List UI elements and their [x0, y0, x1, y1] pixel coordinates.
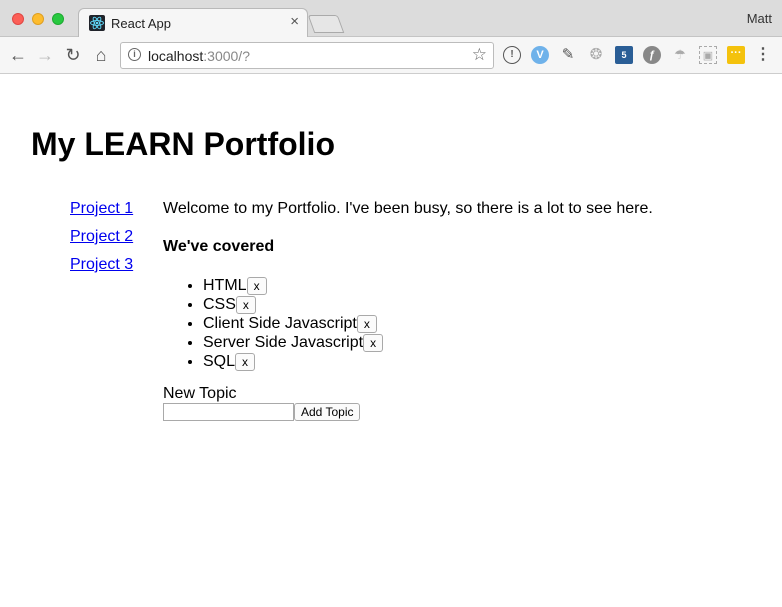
- topic-label: HTML: [203, 277, 247, 294]
- close-window-button[interactable]: [12, 13, 24, 25]
- browser-titlebar: React App × Matt: [0, 0, 782, 38]
- back-arrow-icon[interactable]: ←: [8, 45, 28, 65]
- sidebar-link-project-2[interactable]: Project 2: [70, 228, 160, 256]
- topic-list: HTMLx CSSx Client Side Javascriptx Serve…: [163, 276, 763, 371]
- sidebar-link-project-3[interactable]: Project 3: [70, 256, 160, 284]
- new-topic-label: New Topic: [163, 385, 237, 402]
- site-info-icon[interactable]: i: [128, 48, 141, 61]
- new-topic-row: Add Topic: [163, 403, 763, 423]
- page-content: My LEARN Portfolio Project 1 Project 2 P…: [0, 74, 782, 607]
- topic-label: CSS: [203, 296, 236, 313]
- list-item: Server Side Javascriptx: [203, 333, 763, 352]
- remove-topic-button[interactable]: x: [356, 314, 377, 333]
- extension-vimeo-icon[interactable]: V: [531, 46, 549, 64]
- topic-label: Server Side Javascript: [203, 334, 364, 351]
- topic-label: Client Side Javascript: [203, 315, 357, 332]
- browser-toolbar: ← → ↻ ⌂ i localhost:3000/? ☆ ! V ✎ ❂ 5 ƒ…: [0, 37, 782, 74]
- remove-topic-button[interactable]: x: [363, 333, 384, 352]
- url-text[interactable]: localhost:3000/?: [148, 48, 250, 64]
- extension-umbrella-icon[interactable]: ☂: [671, 46, 689, 64]
- extension-1password-icon[interactable]: !: [503, 46, 521, 64]
- forward-arrow-icon[interactable]: →: [35, 45, 55, 65]
- tab-title: React App: [111, 16, 171, 31]
- add-topic-button[interactable]: Add Topic: [294, 403, 361, 421]
- extension-eyedropper-icon[interactable]: ✎: [559, 46, 577, 64]
- bookmark-star-icon[interactable]: ☆: [472, 46, 487, 64]
- list-item: SQLx: [203, 352, 763, 371]
- new-topic-input[interactable]: [163, 403, 294, 421]
- tab-close-icon[interactable]: ×: [290, 14, 299, 30]
- remove-topic-button[interactable]: x: [235, 352, 256, 371]
- zoom-window-button[interactable]: [52, 13, 64, 25]
- extension-notes-icon[interactable]: ···: [727, 46, 745, 64]
- new-tab-button[interactable]: [307, 15, 345, 33]
- extension-f-icon[interactable]: ƒ: [643, 46, 661, 64]
- list-item: CSSx: [203, 295, 763, 314]
- welcome-text: Welcome to my Portfolio. I've been busy,…: [163, 200, 653, 217]
- covered-heading: We've covered: [163, 238, 275, 255]
- page-title: My LEARN Portfolio: [31, 126, 335, 162]
- list-item: HTMLx: [203, 276, 763, 295]
- extension-screenshot-icon[interactable]: ▣: [699, 46, 717, 64]
- minimize-window-button[interactable]: [32, 13, 44, 25]
- profile-name[interactable]: Matt: [747, 11, 772, 26]
- reload-icon[interactable]: ↻: [63, 45, 83, 65]
- remove-topic-button[interactable]: x: [235, 295, 256, 314]
- project-sidebar: Project 1 Project 2 Project 3: [70, 200, 160, 284]
- url-host: localhost: [148, 48, 204, 64]
- address-bar[interactable]: i localhost:3000/? ☆: [120, 42, 494, 69]
- topic-label: SQL: [203, 353, 236, 370]
- sidebar-link-project-1[interactable]: Project 1: [70, 200, 160, 228]
- browser-tab[interactable]: React App ×: [78, 8, 308, 38]
- react-logo-icon: [89, 15, 105, 31]
- url-path: :3000/?: [203, 48, 250, 64]
- extension-html5-icon[interactable]: 5: [615, 46, 633, 64]
- home-icon[interactable]: ⌂: [91, 45, 111, 65]
- main-content: Welcome to my Portfolio. I've been busy,…: [163, 200, 763, 423]
- browser-menu-icon[interactable]: ⋮: [754, 46, 772, 64]
- list-item: Client Side Javascriptx: [203, 314, 763, 333]
- extension-react-devtools-icon[interactable]: ❂: [587, 46, 605, 64]
- remove-topic-button[interactable]: x: [246, 276, 267, 295]
